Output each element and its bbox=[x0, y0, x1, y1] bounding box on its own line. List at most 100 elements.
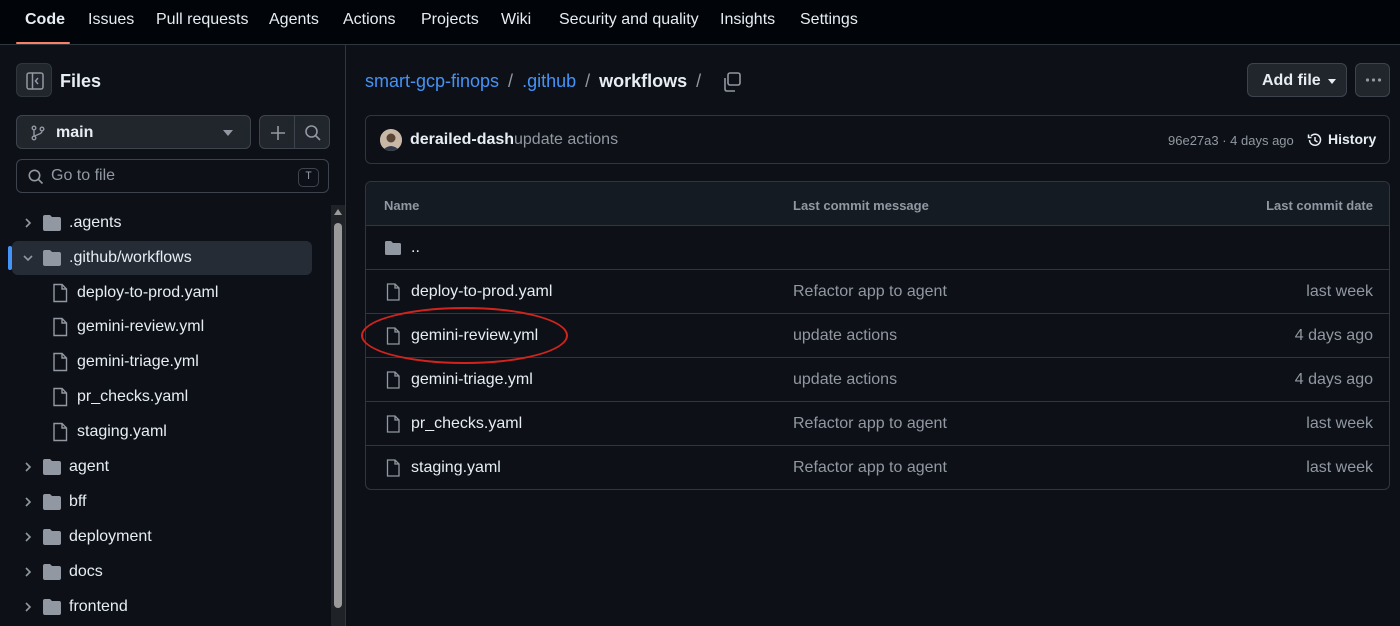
tab-agents[interactable]: Agents bbox=[269, 0, 319, 44]
scrollbar-thumb[interactable] bbox=[334, 223, 342, 608]
commit-message-link[interactable]: Refactor app to agent bbox=[793, 459, 947, 477]
tree-item-label: deploy-to-prod.yaml bbox=[77, 284, 219, 301]
folder-icon bbox=[43, 599, 61, 615]
tree-item-label: gemini-triage.yml bbox=[77, 353, 199, 370]
tab-issues[interactable]: Issues bbox=[88, 0, 134, 44]
parent-directory-link[interactable]: .. bbox=[411, 239, 420, 257]
collapse-sidebar-button[interactable] bbox=[16, 63, 52, 97]
caret-down-icon bbox=[223, 130, 233, 136]
history-label: History bbox=[1328, 131, 1377, 147]
breadcrumb-folder-link[interactable]: .github bbox=[522, 71, 576, 91]
file-icon bbox=[53, 387, 68, 407]
breadcrumb-separator: / bbox=[508, 71, 514, 91]
table-row[interactable]: staging.yaml Refactor app to agent last … bbox=[366, 446, 1389, 489]
tree-item-file[interactable]: gemini-review.yml bbox=[12, 310, 312, 344]
tree-scrollbar[interactable] bbox=[331, 205, 345, 626]
column-header-name: Name bbox=[384, 198, 420, 213]
chevron-down-icon bbox=[23, 255, 33, 262]
go-to-file-search[interactable]: T bbox=[16, 159, 329, 193]
tab-insights[interactable]: Insights bbox=[720, 0, 775, 44]
commit-message-link[interactable]: Refactor app to agent bbox=[793, 415, 947, 433]
avatar[interactable] bbox=[380, 129, 402, 151]
file-name-link[interactable]: pr_checks.yaml bbox=[411, 415, 522, 433]
breadcrumb-separator: / bbox=[696, 71, 702, 91]
table-row[interactable]: deploy-to-prod.yaml Refactor app to agen… bbox=[366, 270, 1389, 314]
branch-selector[interactable]: main bbox=[16, 115, 251, 149]
tree-item-label: agent bbox=[69, 458, 110, 475]
file-name-link[interactable]: gemini-triage.yml bbox=[411, 371, 533, 389]
file-icon bbox=[386, 327, 400, 345]
tree-item-label: docs bbox=[69, 563, 103, 580]
folder-icon bbox=[43, 215, 61, 231]
commit-message-link[interactable]: update actions bbox=[793, 371, 897, 389]
tree-item-file[interactable]: deploy-to-prod.yaml bbox=[12, 276, 312, 310]
copy-icon bbox=[724, 72, 741, 92]
tab-security-and-quality[interactable]: Security and quality bbox=[559, 0, 699, 44]
tree-item-label: pr_checks.yaml bbox=[77, 388, 189, 405]
kebab-horizontal-icon bbox=[1365, 78, 1382, 82]
folder-icon bbox=[43, 564, 61, 580]
file-table-header: Name Last commit message Last commit dat… bbox=[366, 182, 1389, 226]
file-name-link[interactable]: deploy-to-prod.yaml bbox=[411, 283, 552, 301]
commit-message-link[interactable]: update actions bbox=[793, 327, 897, 345]
go-to-file-input[interactable] bbox=[51, 166, 291, 186]
commit-date: last week bbox=[1306, 459, 1373, 476]
branch-name: main bbox=[56, 124, 94, 141]
breadcrumb-separator: / bbox=[585, 71, 591, 91]
tree-item-label: .github/workflows bbox=[69, 249, 192, 266]
tab-settings[interactable]: Settings bbox=[800, 0, 858, 44]
tree-item-bff-folder[interactable]: bff bbox=[12, 485, 312, 519]
tab-actions[interactable]: Actions bbox=[343, 0, 395, 44]
breadcrumb-current: workflows bbox=[599, 71, 688, 91]
copy-path-button[interactable] bbox=[718, 68, 746, 96]
add-file-tree-button[interactable] bbox=[259, 115, 295, 149]
commit-sha-and-date[interactable]: 96e27a3 · 4 days ago bbox=[1168, 133, 1294, 148]
file-icon bbox=[386, 415, 400, 433]
search-icon bbox=[305, 125, 321, 141]
file-icon bbox=[386, 459, 400, 477]
tree-item-file[interactable]: gemini-triage.yml bbox=[12, 345, 312, 379]
tree-item-file[interactable]: pr_checks.yaml bbox=[12, 380, 312, 414]
commit-date: last week bbox=[1306, 283, 1373, 300]
commit-message-link[interactable]: update actions bbox=[514, 131, 618, 149]
table-row[interactable]: gemini-triage.yml update actions 4 days … bbox=[366, 358, 1389, 402]
more-options-button[interactable] bbox=[1355, 63, 1390, 97]
tab-projects[interactable]: Projects bbox=[421, 0, 479, 44]
file-tree-sidebar: Files main T .agents .github/wor bbox=[0, 45, 346, 626]
commit-message-link[interactable]: Refactor app to agent bbox=[793, 283, 947, 301]
column-header-message: Last commit message bbox=[793, 198, 929, 213]
scroll-up-arrow-icon[interactable] bbox=[334, 209, 342, 215]
tree-item-label: frontend bbox=[69, 598, 128, 615]
tree-item-file[interactable]: staging.yaml bbox=[12, 415, 312, 449]
folder-icon bbox=[43, 494, 61, 510]
tab-pull-requests[interactable]: Pull requests bbox=[156, 0, 249, 44]
plus-icon bbox=[271, 126, 285, 140]
table-row[interactable]: gemini-review.yml update actions 4 days … bbox=[366, 314, 1389, 358]
tree-item-agents-folder[interactable]: .agents bbox=[12, 206, 312, 240]
commit-author-link[interactable]: derailed-dash bbox=[410, 131, 514, 149]
chevron-right-icon bbox=[25, 602, 32, 612]
chevron-right-icon bbox=[25, 462, 32, 472]
tree-item-docs-folder[interactable]: docs bbox=[12, 555, 312, 589]
commit-date: 4 days ago bbox=[1294, 327, 1373, 344]
tree-item-agent-folder[interactable]: agent bbox=[12, 450, 312, 484]
tree-item-github-workflows-folder[interactable]: .github/workflows bbox=[8, 241, 312, 275]
breadcrumb-repo-link[interactable]: smart-gcp-finops bbox=[365, 71, 499, 91]
tab-code[interactable]: Code bbox=[25, 0, 65, 44]
table-row[interactable]: pr_checks.yaml Refactor app to agent las… bbox=[366, 402, 1389, 446]
tree-item-label: bff bbox=[69, 493, 87, 510]
file-name-link[interactable]: gemini-review.yml bbox=[411, 327, 538, 345]
tab-wiki[interactable]: Wiki bbox=[501, 0, 531, 44]
add-file-button[interactable]: Add file bbox=[1247, 63, 1347, 97]
file-name-link[interactable]: staging.yaml bbox=[411, 459, 501, 477]
breadcrumb: smart-gcp-finops / .github / workflows / bbox=[365, 71, 710, 92]
parent-directory-row[interactable]: .. bbox=[366, 226, 1389, 270]
search-tree-button[interactable] bbox=[294, 115, 330, 149]
add-file-label: Add file bbox=[1262, 72, 1321, 89]
tree-item-label: deployment bbox=[69, 528, 152, 545]
chevron-right-icon bbox=[25, 567, 32, 577]
tree-item-deployment-folder[interactable]: deployment bbox=[12, 520, 312, 554]
tree-item-frontend-folder[interactable]: frontend bbox=[12, 590, 312, 624]
file-icon bbox=[386, 371, 400, 389]
latest-commit-box: derailed-dash update actions 96e27a3 · 4… bbox=[365, 115, 1390, 164]
